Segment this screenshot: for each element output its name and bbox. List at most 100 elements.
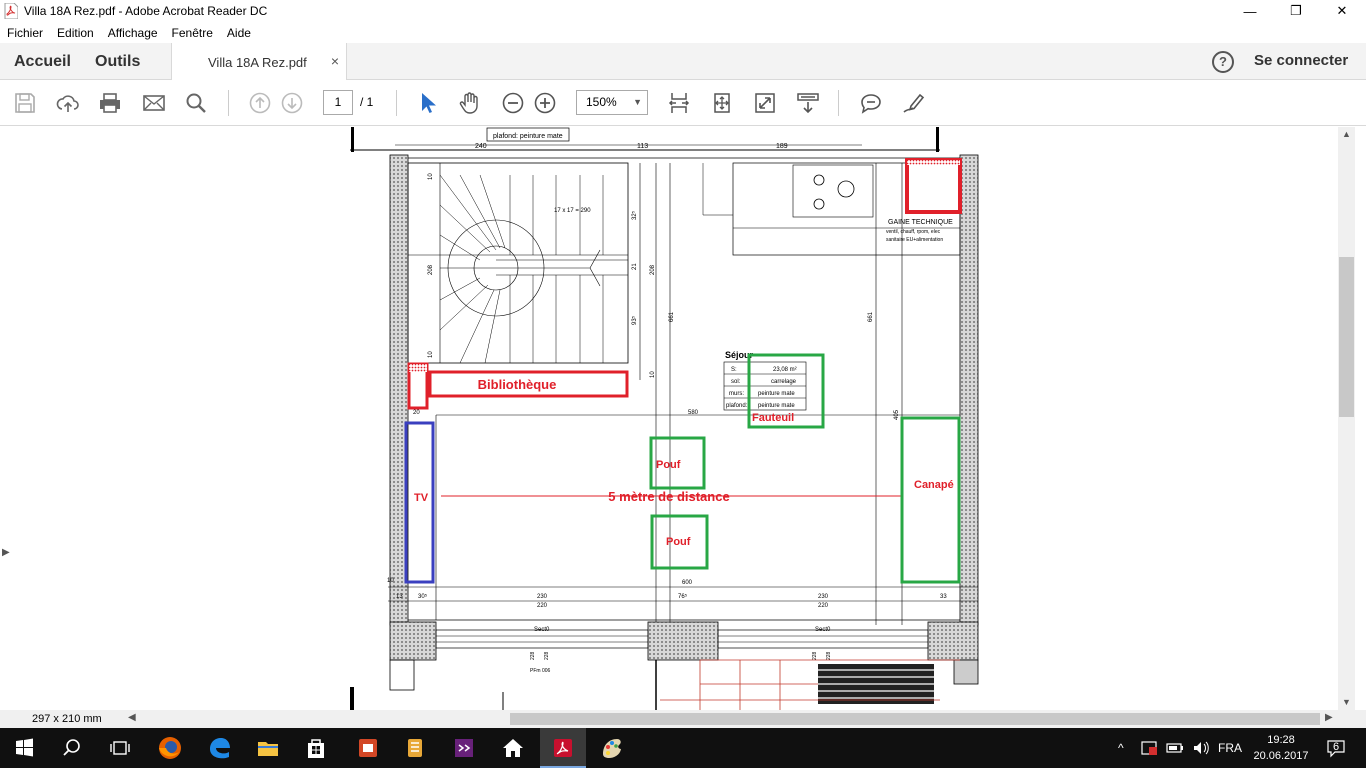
- powerpoint-icon[interactable]: [354, 734, 382, 762]
- pouf-top-label: Pouf: [656, 459, 681, 471]
- page-number-input[interactable]: 1: [323, 90, 353, 115]
- left-panel-toggle-icon[interactable]: ▶: [2, 547, 10, 558]
- acrobat-icon[interactable]: [549, 734, 577, 762]
- dim-label: 10: [428, 173, 434, 180]
- tab-outils[interactable]: Outils: [95, 53, 140, 71]
- home-icon[interactable]: [499, 734, 527, 762]
- dim-label: 10: [428, 351, 434, 358]
- horizontal-scroll-thumb[interactable]: [510, 713, 1320, 725]
- dim-label: 220: [818, 603, 829, 609]
- room-table-value: peinture mate: [758, 403, 795, 409]
- dim-label: 76⁵: [678, 593, 688, 600]
- staircase: 17 x 17 = 290: [407, 162, 629, 364]
- comment-icon[interactable]: [859, 91, 883, 115]
- zoom-in-icon[interactable]: [533, 91, 557, 115]
- tab-document[interactable]: Villa 18A Rez.pdf ×: [171, 43, 347, 80]
- bookcase-hatch: [409, 364, 427, 372]
- fullscreen-icon[interactable]: [753, 91, 777, 115]
- bottom-wall: [927, 621, 979, 661]
- right-wall: [959, 154, 979, 626]
- search-icon[interactable]: [184, 91, 208, 115]
- pouf-bottom-label: Pouf: [666, 536, 691, 548]
- print-icon[interactable]: [98, 91, 122, 115]
- vertical-scroll-thumb[interactable]: [1339, 257, 1354, 417]
- tray-volume-icon[interactable]: [1192, 740, 1210, 756]
- notification-center-icon[interactable]: 6: [1326, 738, 1346, 758]
- fit-page-icon[interactable]: [710, 91, 734, 115]
- zoom-select[interactable]: 150% ▼: [576, 90, 648, 115]
- help-icon[interactable]: ?: [1212, 51, 1234, 73]
- zoom-out-icon[interactable]: [501, 91, 525, 115]
- file-explorer-icon[interactable]: [254, 734, 282, 762]
- close-button[interactable]: ✕: [1319, 0, 1365, 22]
- onenote-icon[interactable]: [401, 734, 429, 762]
- language-indicator[interactable]: FRA: [1218, 728, 1242, 768]
- scroll-mode-icon[interactable]: [667, 91, 691, 115]
- plan-element: [389, 659, 415, 691]
- room-info-table: S: 23,08 m² sol: carrelage murs: peintur…: [723, 361, 807, 411]
- hand-icon[interactable]: [458, 91, 482, 115]
- close-tab-icon[interactable]: ×: [331, 53, 339, 69]
- dim-label: 228: [544, 651, 550, 660]
- bottom-wall: [389, 621, 437, 661]
- minimize-button[interactable]: —: [1227, 0, 1273, 22]
- save-icon[interactable]: [13, 91, 37, 115]
- dim-label: 10: [650, 371, 656, 378]
- document-tab-label: Villa 18A Rez.pdf: [208, 55, 307, 70]
- upload-icon[interactable]: [56, 91, 80, 115]
- menu-fichier[interactable]: Fichier: [0, 26, 50, 40]
- plan-wall: [936, 127, 939, 152]
- tray-security-icon[interactable]: [1140, 740, 1158, 756]
- plan-wall: [350, 687, 354, 710]
- room-table-value: 23,08 m²: [773, 367, 797, 373]
- dim-label: 208: [650, 264, 656, 275]
- store-icon[interactable]: [302, 734, 330, 762]
- clock[interactable]: 19:28 20.06.2017: [1252, 732, 1310, 764]
- dim-label: 240: [475, 143, 487, 150]
- title-bar: Villa 18A Rez.pdf - Adobe Acrobat Reader…: [0, 0, 1366, 22]
- right-pane-strip: [1355, 127, 1366, 710]
- prev-page-icon[interactable]: [248, 91, 272, 115]
- read-mode-icon[interactable]: [796, 91, 820, 115]
- dim-label: 661: [868, 311, 874, 322]
- scroll-up-icon[interactable]: ▲: [1342, 129, 1351, 139]
- document-viewer[interactable]: plafond: peinture mate 240 113 189 17 x …: [0, 127, 1338, 710]
- firefox-icon[interactable]: [156, 734, 184, 762]
- next-page-icon[interactable]: [280, 91, 304, 115]
- sign-icon[interactable]: [901, 91, 925, 115]
- menu-aide[interactable]: Aide: [220, 26, 258, 40]
- status-bar: 297 x 210 mm ◀ ▶: [0, 710, 1366, 728]
- top-note: plafond: peinture mate: [493, 133, 563, 140]
- email-icon[interactable]: [142, 91, 166, 115]
- toolbar-separator: [838, 90, 839, 116]
- canape-box: [900, 416, 961, 584]
- scroll-right-icon[interactable]: ▶: [1325, 712, 1333, 723]
- tray-battery-icon[interactable]: [1166, 740, 1184, 756]
- dim-label: 113: [637, 143, 648, 150]
- select-cursor-icon[interactable]: [416, 91, 440, 115]
- paint-icon[interactable]: [597, 734, 625, 762]
- tab-accueil[interactable]: Accueil: [14, 53, 71, 71]
- window-title: Villa 18A Rez.pdf - Adobe Acrobat Reader…: [24, 4, 268, 18]
- dim-label: 189: [776, 143, 788, 150]
- floor-plan: plafond: peinture mate 240 113 189 17 x …: [350, 127, 979, 710]
- dim-label: 230: [537, 594, 548, 600]
- dim-label: 228: [826, 651, 832, 660]
- search-icon[interactable]: [58, 734, 86, 762]
- sign-in-button[interactable]: Se connecter: [1254, 52, 1348, 69]
- scroll-left-icon[interactable]: ◀: [128, 712, 136, 723]
- edge-icon[interactable]: [206, 734, 234, 762]
- tray-chevron-icon[interactable]: ^: [1118, 728, 1124, 768]
- scroll-down-icon[interactable]: ▼: [1342, 697, 1351, 707]
- task-view-icon[interactable]: [106, 734, 134, 762]
- menu-fenetre[interactable]: Fenêtre: [165, 26, 220, 40]
- maximize-button[interactable]: ❐: [1273, 0, 1319, 22]
- menu-affichage[interactable]: Affichage: [101, 26, 165, 40]
- vertical-scrollbar[interactable]: ▲ ▼: [1338, 127, 1355, 710]
- dim-label: 228: [530, 651, 536, 660]
- stair-note: 17 x 17 = 290: [554, 208, 591, 214]
- start-icon[interactable]: [10, 734, 38, 762]
- menu-edition[interactable]: Edition: [50, 26, 101, 40]
- visual-studio-icon[interactable]: [450, 734, 478, 762]
- zoom-value: 150%: [586, 95, 617, 109]
